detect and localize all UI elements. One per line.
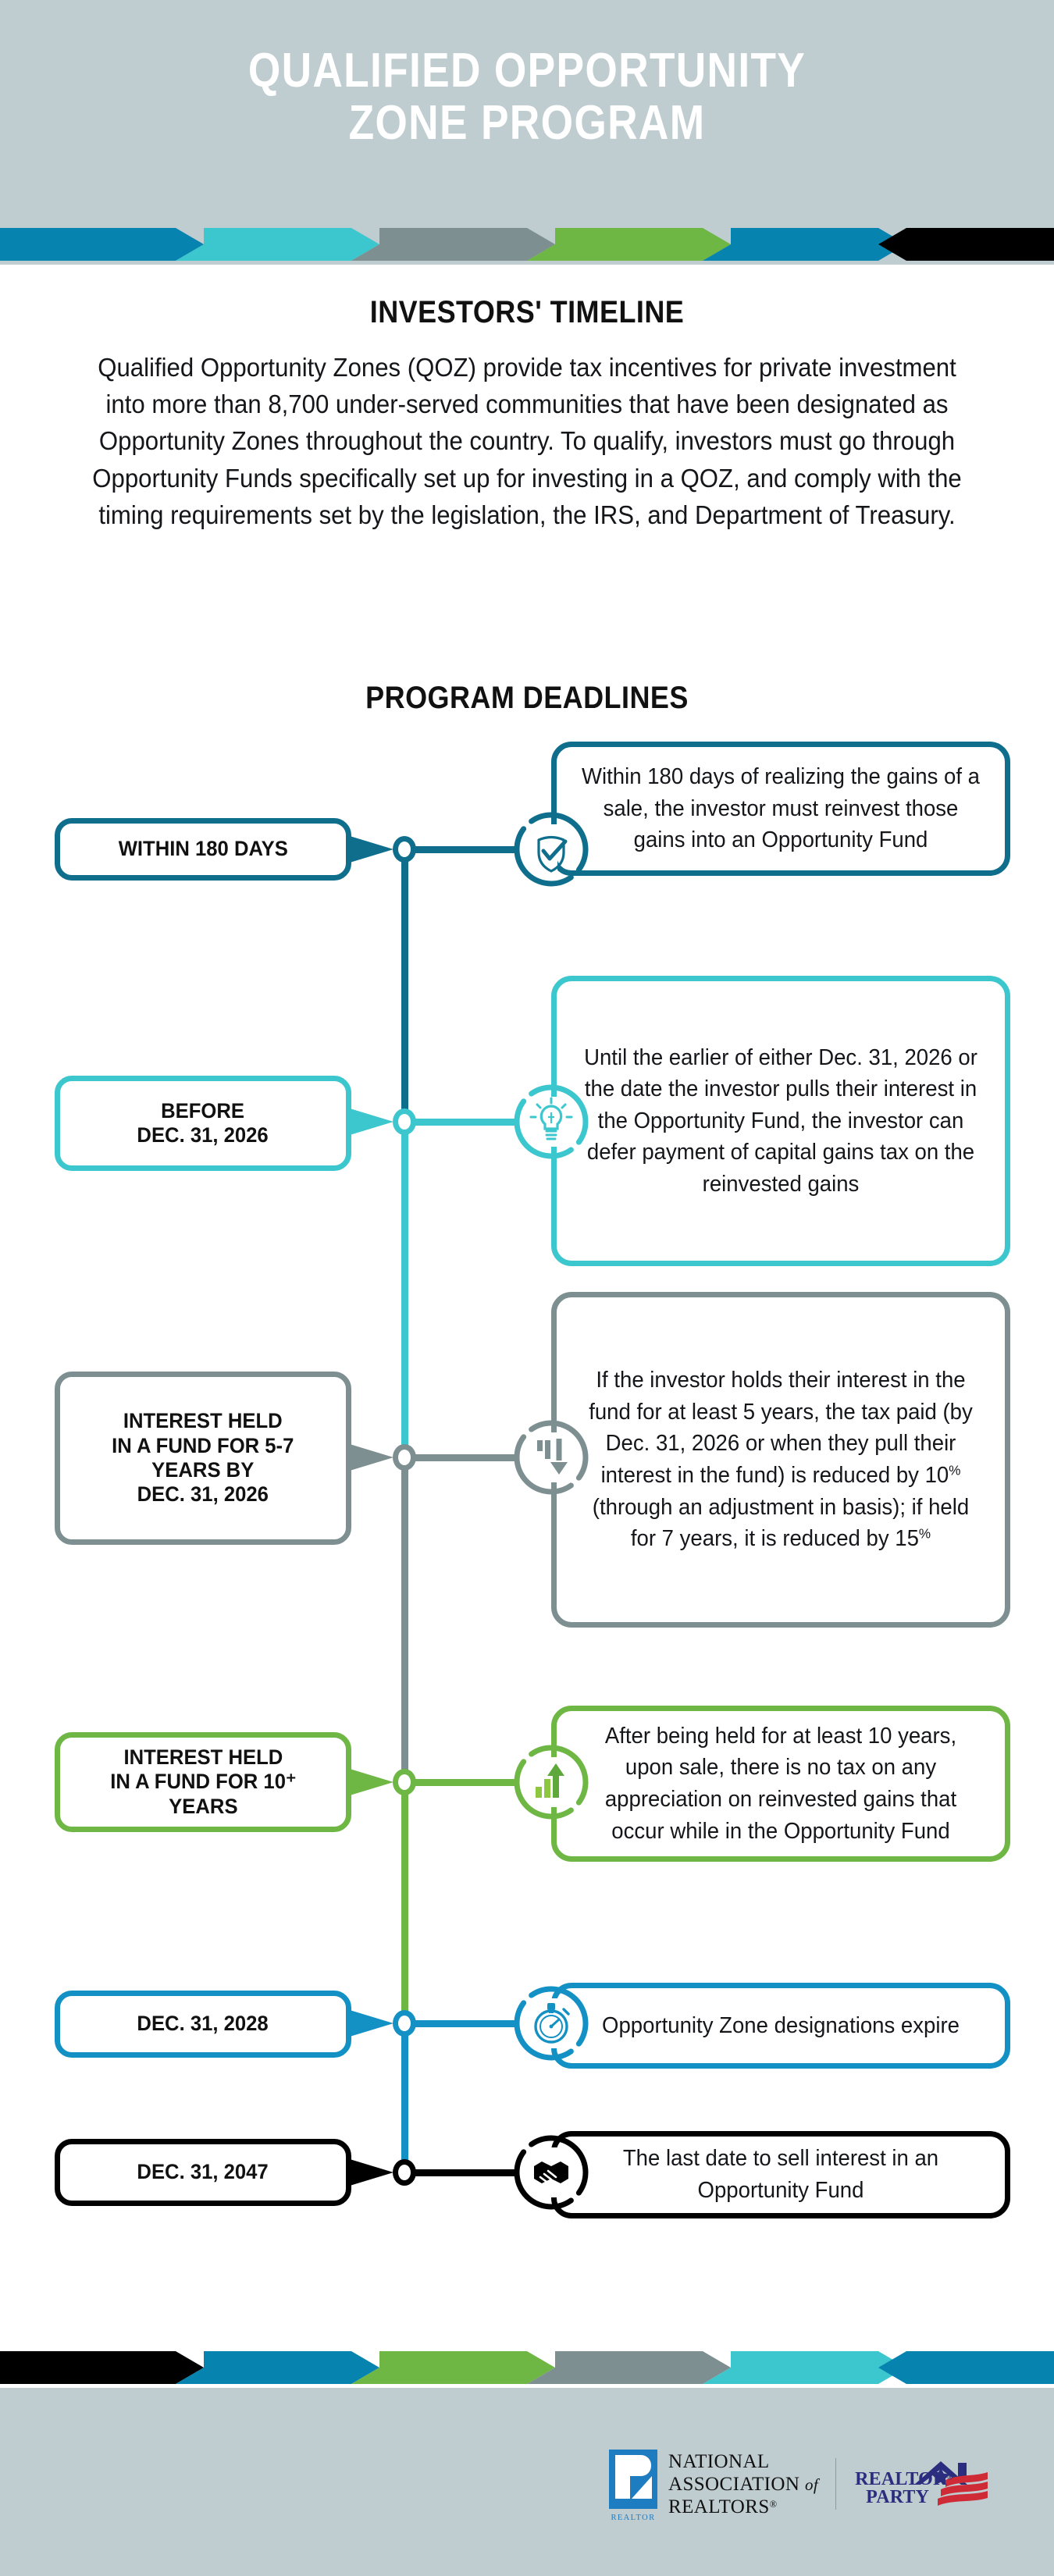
deadline-description-box: Until the earlier of either Dec. 31, 202… xyxy=(551,976,1010,1266)
nar-registered-mark: ® xyxy=(769,2499,778,2510)
deadline-label-pill[interactable]: DEC. 31, 2028 xyxy=(55,1991,351,2058)
timeline-connector xyxy=(412,2020,515,2027)
timeline-spine-segment xyxy=(401,2023,408,2172)
deadline-description-box: After being held for at least 10 years, … xyxy=(551,1706,1010,1862)
pill-pointer-icon xyxy=(350,2159,393,2186)
timeline-node[interactable] xyxy=(393,1444,416,1471)
chevron-segment xyxy=(351,2351,555,2384)
stopwatch-icon xyxy=(511,1983,592,2064)
rp-line-1: REALTOR xyxy=(855,2469,947,2489)
timeline-spine-segment xyxy=(401,1122,408,1457)
pill-pointer-icon xyxy=(350,1444,393,1471)
deadline-label-text: INTEREST HELD IN A FUND FOR 5-7 YEARS BY… xyxy=(112,1409,294,1507)
chevron-band-bottom xyxy=(0,2347,1054,2388)
deadline-description-box: Within 180 days of realizing the gains o… xyxy=(551,742,1010,876)
infographic-page: QUALIFIED OPPORTUNITY ZONE PROGRAM INVES… xyxy=(0,0,1054,2576)
deadline-description-text: Within 180 days of realizing the gains o… xyxy=(582,764,980,853)
chevron-segment xyxy=(0,2351,204,2384)
deadline-description-text: Until the earlier of either Dec. 31, 202… xyxy=(584,1044,977,1197)
chevron-segment xyxy=(527,2351,731,2384)
deadline-label-text: WITHIN 180 DAYS xyxy=(118,837,288,861)
deadline-description-text: Opportunity Zone designations expire xyxy=(602,2012,960,2038)
deadline-description-text: After being held for at least 10 years, … xyxy=(604,1723,957,1844)
nar-line-2-of: of xyxy=(804,2475,819,2494)
deadline-description-box: Opportunity Zone designations expire xyxy=(551,1983,1010,2069)
chevron-segment xyxy=(878,2351,1054,2384)
nar-wordmark: NATIONAL ASSOCIATION of REALTORS® xyxy=(668,2450,818,2518)
timeline-node[interactable] xyxy=(393,836,416,863)
shield-check-icon xyxy=(511,809,592,890)
timeline-node[interactable] xyxy=(393,1769,416,1795)
pill-pointer-icon xyxy=(350,1769,393,1795)
declining-bar-arrow-icon xyxy=(511,1417,592,1498)
timeline-spine-segment xyxy=(401,1457,408,1782)
deadline-label-text: DEC. 31, 2028 xyxy=(137,2012,269,2036)
deadline-label-text: DEC. 31, 2047 xyxy=(137,2160,269,2184)
timeline-connector xyxy=(412,1779,515,1786)
deadline-label-text: BEFORE DEC. 31, 2026 xyxy=(137,1098,269,1147)
deadline-description-text: If the investor holds their interest in … xyxy=(589,1368,973,1552)
chevron-segment xyxy=(703,2351,906,2384)
timeline-node[interactable] xyxy=(393,2010,416,2037)
handshake-icon xyxy=(511,2132,592,2213)
deadline-description-text: The last date to sell interest in an Opp… xyxy=(622,2146,939,2203)
realtor-party-wordmark: REALTOR® PARTY xyxy=(855,2469,953,2508)
deadline-description-box: If the investor holds their interest in … xyxy=(551,1292,1010,1628)
logo-divider xyxy=(835,2458,837,2510)
deadline-label-pill[interactable]: WITHIN 180 DAYS xyxy=(55,818,351,881)
rp-registered-mark: ® xyxy=(946,2472,953,2482)
pill-pointer-icon xyxy=(350,1108,393,1135)
nar-r-mark-icon: REALTOR xyxy=(609,2450,657,2522)
deadline-label-pill[interactable]: BEFORE DEC. 31, 2026 xyxy=(55,1076,351,1171)
footer-logos: REALTOR NATIONAL ASSOCIATION of REALTORS… xyxy=(609,2446,1031,2522)
pill-pointer-icon xyxy=(350,2010,393,2037)
lightbulb-icon xyxy=(511,1081,592,1162)
deadline-label-text: INTEREST HELD IN A FUND FOR 10⁺ YEARS xyxy=(109,1745,297,1818)
timeline-connector xyxy=(412,2169,515,2176)
deadlines-timeline: Within 180 days of realizing the gains o… xyxy=(0,0,1054,2576)
deadline-description-box: The last date to sell interest in an Opp… xyxy=(551,2131,1010,2218)
nar-line-2: ASSOCIATION xyxy=(668,2474,800,2495)
timeline-spine-segment xyxy=(401,849,408,1122)
rising-bar-arrow-icon xyxy=(511,1742,592,1823)
pill-pointer-icon xyxy=(350,836,393,863)
timeline-node[interactable] xyxy=(393,1108,416,1135)
nar-line-1: NATIONAL xyxy=(668,2451,770,2472)
deadline-label-pill[interactable]: DEC. 31, 2047 xyxy=(55,2139,351,2206)
nar-mark-caption: REALTOR xyxy=(611,2514,656,2522)
timeline-node[interactable] xyxy=(393,2159,416,2186)
realtor-party-logo: REALTOR® PARTY xyxy=(853,2450,1003,2517)
rp-line-2: PARTY xyxy=(866,2487,930,2508)
chevron-segment xyxy=(176,2351,379,2384)
nar-line-3: REALTORS xyxy=(668,2496,770,2517)
nar-logo: REALTOR NATIONAL ASSOCIATION of REALTORS… xyxy=(609,2450,818,2522)
deadline-label-pill[interactable]: INTEREST HELD IN A FUND FOR 5-7 YEARS BY… xyxy=(55,1372,351,1545)
timeline-connector xyxy=(412,1119,515,1126)
deadline-label-pill[interactable]: INTEREST HELD IN A FUND FOR 10⁺ YEARS xyxy=(55,1732,351,1832)
timeline-spine-segment xyxy=(401,1782,408,2023)
timeline-connector xyxy=(412,1454,515,1461)
timeline-connector xyxy=(412,846,515,853)
